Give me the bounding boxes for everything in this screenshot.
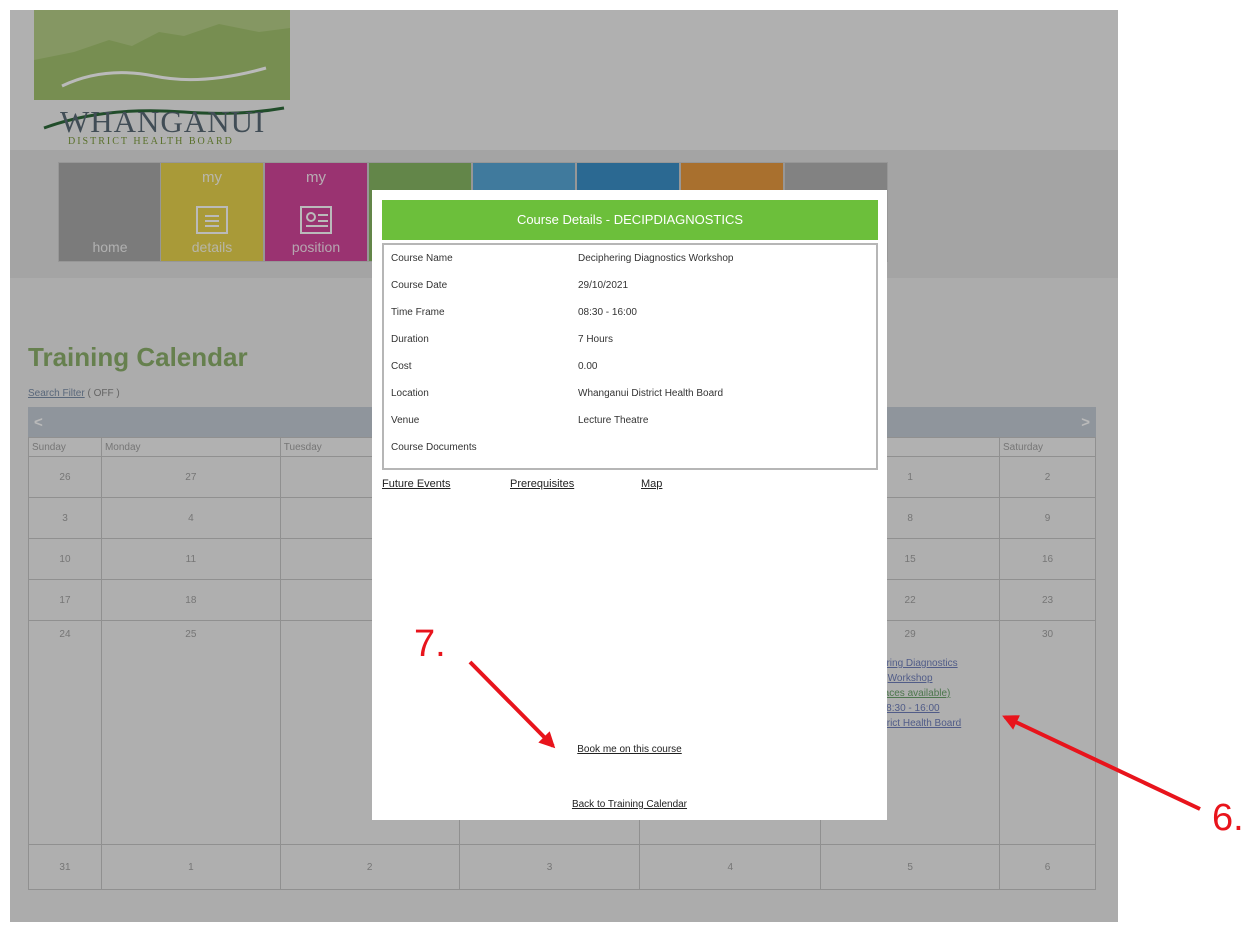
- detail-value: 08:30 - 16:00: [578, 307, 637, 318]
- detail-row: Course Name Deciphering Diagnostics Works…: [384, 245, 876, 272]
- future-events-link[interactable]: Future Events: [382, 478, 450, 490]
- page-frame: WHANGANUI DISTRICT HEALTH BOARD home my …: [10, 10, 1118, 922]
- detail-row: Venue Lecture Theatre: [384, 407, 876, 434]
- detail-label: Time Frame: [391, 307, 445, 318]
- detail-row: Course Date 29/10/2021: [384, 272, 876, 299]
- detail-label: Location: [391, 388, 429, 399]
- detail-label: Course Name: [391, 253, 453, 264]
- detail-row: Course Documents: [384, 434, 876, 461]
- book-course-link[interactable]: Book me on this course: [577, 744, 682, 755]
- detail-value: Whanganui District Health Board: [578, 388, 724, 399]
- detail-row: Duration 7 Hours: [384, 326, 876, 353]
- detail-label: Course Documents: [391, 442, 477, 453]
- detail-value: Deciphering Diagnostics Workshop: [578, 253, 734, 264]
- book-course-row: Book me on this course: [372, 744, 887, 755]
- detail-value: 0.00: [578, 361, 598, 372]
- detail-row: Time Frame 08:30 - 16:00: [384, 299, 876, 326]
- detail-value: 29/10/2021: [578, 280, 629, 291]
- detail-label: Venue: [391, 415, 420, 426]
- detail-label: Duration: [391, 334, 429, 345]
- map-link[interactable]: Map: [641, 478, 662, 490]
- detail-row: Cost 0.00: [384, 353, 876, 380]
- modal-header: Course Details - DECIPDIAGNOSTICS: [382, 200, 878, 240]
- back-row: Back to Training Calendar: [372, 799, 887, 810]
- course-details-modal: Course Details - DECIPDIAGNOSTICS Course…: [372, 190, 887, 820]
- course-details-table: Course Name Deciphering Diagnostics Works…: [382, 243, 878, 470]
- back-to-calendar-link[interactable]: Back to Training Calendar: [572, 799, 687, 810]
- detail-value: Lecture Theatre: [578, 415, 649, 426]
- prerequisites-link[interactable]: Prerequisites: [510, 478, 574, 490]
- detail-row: Location Whanganui District Health Board: [384, 380, 876, 407]
- detail-label: Course Date: [391, 280, 448, 291]
- annotation-label-6: 6.: [1212, 797, 1244, 839]
- detail-label: Cost: [391, 361, 412, 372]
- detail-value: 7 Hours: [578, 334, 614, 345]
- annotation-label-7: 7.: [414, 623, 446, 665]
